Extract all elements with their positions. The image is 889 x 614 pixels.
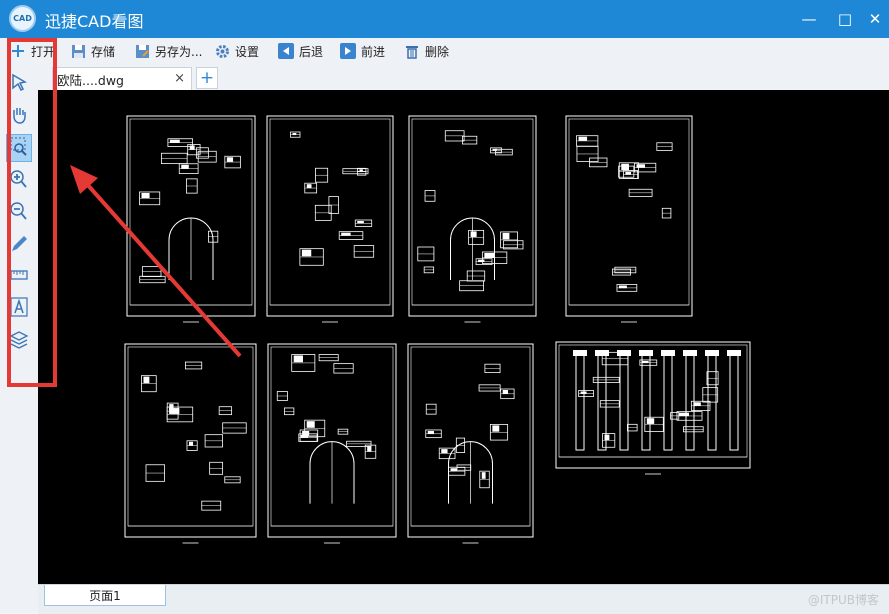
app-title: 迅捷CAD看图 xyxy=(45,12,144,31)
gear-icon xyxy=(214,43,230,59)
minimize-button[interactable]: — xyxy=(796,6,822,32)
save-as-icon xyxy=(134,43,150,59)
back-arrow-icon xyxy=(278,43,294,59)
close-tab-icon[interactable]: × xyxy=(174,71,185,86)
drawing-sheet xyxy=(124,343,257,544)
save-button[interactable]: 存储 xyxy=(70,41,115,61)
drawing-sheet xyxy=(565,115,693,323)
maximize-button[interactable]: □ xyxy=(832,6,858,32)
forward-button[interactable]: 前进 xyxy=(340,41,385,61)
drawing-sheet xyxy=(126,115,256,323)
title-bar: CAD 迅捷CAD看图 — □ ✕ xyxy=(0,0,889,38)
layout-tab-bar: 页面1 @ITPUB博客 xyxy=(38,584,889,614)
watermark: @ITPUB博客 xyxy=(807,593,879,607)
plus-icon: + xyxy=(199,68,215,88)
app-logo-icon: CAD xyxy=(9,5,36,32)
cad-drawing xyxy=(124,115,751,544)
document-tab[interactable]: 欧陆....dwg × xyxy=(52,67,192,90)
drawing-sheet xyxy=(267,343,397,544)
new-tab-button[interactable]: + xyxy=(196,67,218,89)
drawing-sheet xyxy=(407,343,534,544)
trash-icon xyxy=(404,43,420,59)
document-tab-bar: 欧陆....dwg × + xyxy=(38,64,889,90)
close-button[interactable]: ✕ xyxy=(862,6,888,32)
save-icon xyxy=(70,43,86,59)
forward-arrow-icon xyxy=(340,43,356,59)
drawing-canvas[interactable] xyxy=(38,90,889,584)
drawing-sheet xyxy=(266,115,394,323)
settings-button[interactable]: 设置 xyxy=(214,41,259,61)
drawing-sheet xyxy=(555,341,751,475)
highlight-box xyxy=(7,38,57,387)
save-as-button[interactable]: 另存为... xyxy=(134,41,202,61)
page-tab[interactable]: 页面1 xyxy=(44,585,166,606)
delete-button[interactable]: 删除 xyxy=(404,41,449,61)
back-button[interactable]: 后退 xyxy=(278,41,323,61)
drawing-sheet xyxy=(408,115,537,323)
main-toolbar: 打开 存储 另存为... 设置 后退 前进 删除 xyxy=(0,38,889,65)
